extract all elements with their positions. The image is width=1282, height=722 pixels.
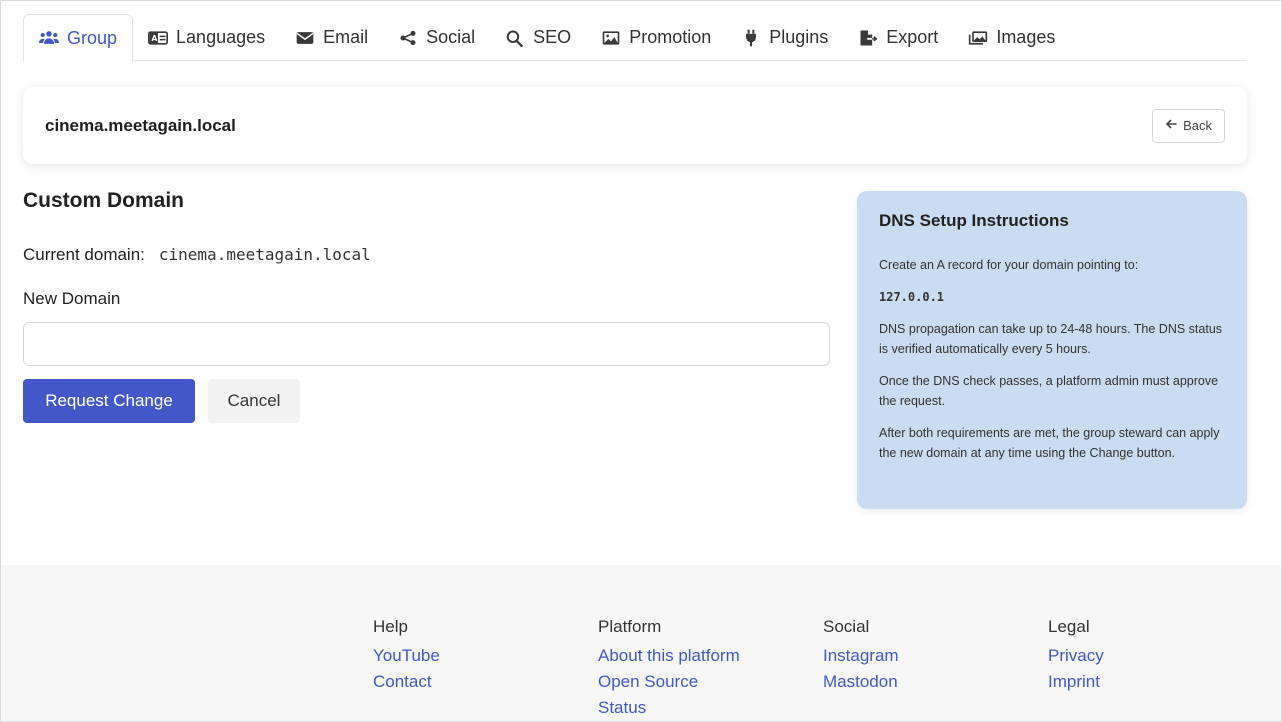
tab-export[interactable]: Export xyxy=(843,14,953,61)
footer-link-privacy[interactable]: Privacy xyxy=(1048,643,1104,669)
footer-link-status[interactable]: Status xyxy=(598,695,740,721)
tab-languages[interactable]: A Languages xyxy=(133,14,280,61)
search-icon xyxy=(505,29,525,47)
cancel-button[interactable]: Cancel xyxy=(208,379,300,423)
footer-link-about[interactable]: About this platform xyxy=(598,643,740,669)
users-icon xyxy=(39,29,59,47)
current-domain-value: cinema.meetagain.local xyxy=(158,245,371,264)
footer-heading: Platform xyxy=(598,617,662,636)
file-export-icon xyxy=(858,29,878,47)
tab-label: Export xyxy=(886,27,939,47)
footer-heading: Legal xyxy=(1048,617,1090,636)
footer-column-platform: Platform About this platform Open Source… xyxy=(598,617,740,721)
footer-link-mastodon[interactable]: Mastodon xyxy=(823,669,899,695)
plug-icon xyxy=(741,29,761,47)
footer-link-contact[interactable]: Contact xyxy=(373,669,440,695)
back-button[interactable]: Back xyxy=(1152,108,1225,143)
tab-images[interactable]: Images xyxy=(953,14,1070,61)
section-title: Custom Domain xyxy=(23,189,185,212)
footer-link-imprint[interactable]: Imprint xyxy=(1048,669,1104,695)
svg-text:A: A xyxy=(152,33,158,42)
tab-label: Images xyxy=(996,27,1056,47)
tab-social[interactable]: Social xyxy=(383,14,490,61)
current-domain-label: Current domain: xyxy=(23,245,145,264)
current-domain-row: Current domain: cinema.meetagain.local xyxy=(23,245,371,265)
dns-instruction-4: After both requirements are met, the gro… xyxy=(879,426,1220,460)
page-title: cinema.meetagain.local xyxy=(45,115,236,135)
settings-tabs: Group A Languages Email Social SEO Promo… xyxy=(23,14,1247,62)
tab-promotion[interactable]: Promotion xyxy=(586,14,726,61)
dns-instruction-2: DNS propagation can take up to 24-48 hou… xyxy=(879,322,1223,356)
tab-label: Group xyxy=(67,27,118,48)
footer-link-instagram[interactable]: Instagram xyxy=(823,643,899,669)
new-domain-input[interactable] xyxy=(23,322,830,366)
envelope-icon xyxy=(295,29,315,47)
footer-column-legal: Legal Privacy Imprint xyxy=(1048,617,1104,695)
tab-label: Languages xyxy=(176,27,266,47)
tab-label: Promotion xyxy=(629,27,712,47)
footer-heading: Help xyxy=(373,617,408,636)
tab-label: Plugins xyxy=(769,27,829,47)
tab-email[interactable]: Email xyxy=(280,14,383,61)
domain-header-card: cinema.meetagain.local Back xyxy=(23,87,1247,164)
tab-seo[interactable]: SEO xyxy=(490,14,586,61)
dns-instruction-1: Create an A record for your domain point… xyxy=(879,258,1139,272)
footer-heading: Social xyxy=(823,617,870,636)
share-icon xyxy=(398,29,418,47)
tab-group[interactable]: Group xyxy=(23,14,134,62)
footer-link-youtube[interactable]: YouTube xyxy=(373,643,440,669)
tab-label: SEO xyxy=(533,27,572,47)
tab-label: Social xyxy=(426,27,476,47)
tab-label: Email xyxy=(323,27,369,47)
dns-instruction-3: Once the DNS check passes, a platform ad… xyxy=(879,374,1219,408)
language-icon: A xyxy=(148,29,169,47)
request-change-button[interactable]: Request Change xyxy=(23,379,195,423)
footer-column-help: Help YouTube Contact xyxy=(373,617,440,695)
page-footer: Help YouTube Contact Platform About this… xyxy=(1,565,1281,721)
image-icon xyxy=(601,29,621,47)
arrow-left-icon xyxy=(1165,118,1177,133)
back-button-label: Back xyxy=(1183,118,1212,133)
footer-column-social: Social Instagram Mastodon xyxy=(823,617,899,695)
dns-instructions-card: DNS Setup Instructions Create an A recor… xyxy=(857,191,1247,509)
footer-link-open-source[interactable]: Open Source xyxy=(598,669,740,695)
tab-plugins[interactable]: Plugins xyxy=(726,14,843,61)
new-domain-label: New Domain xyxy=(23,289,121,308)
dns-title: DNS Setup Instructions xyxy=(879,211,1069,230)
dns-ip-address: 127.0.0.1 xyxy=(879,290,945,304)
images-icon xyxy=(968,29,988,47)
